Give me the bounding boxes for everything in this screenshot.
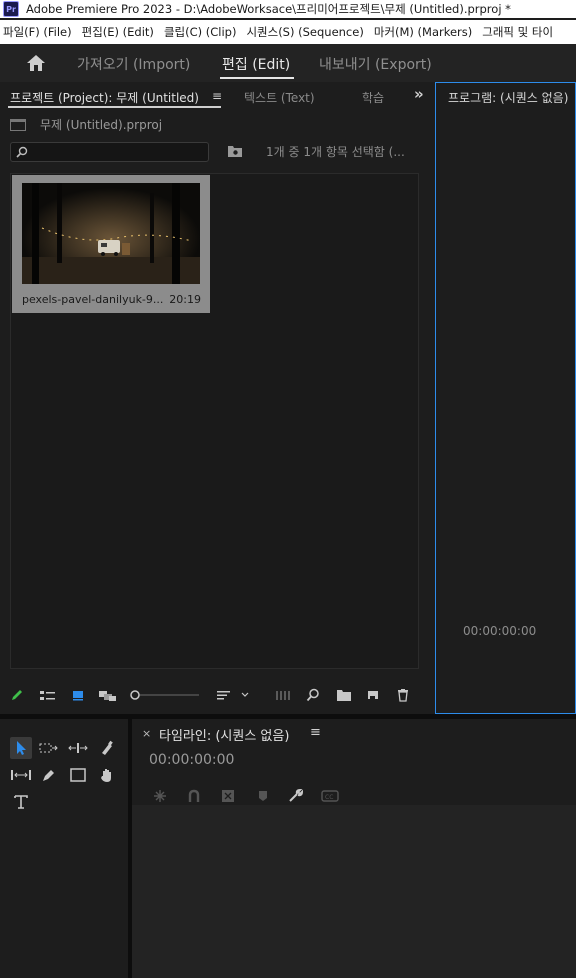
search-input[interactable] — [10, 142, 209, 162]
home-icon[interactable] — [25, 53, 47, 73]
new-search-bin-icon[interactable] — [227, 144, 243, 158]
tab-import[interactable]: 가져오기 (Import) — [77, 54, 190, 74]
workspace-bar: 가져오기 (Import) 편집 (Edit) 내보내기 (Export) — [0, 44, 576, 82]
close-icon[interactable]: × — [142, 727, 151, 740]
sort-icon[interactable] — [216, 688, 250, 702]
selection-status: 1개 중 1개 항목 선택함 (... — [266, 145, 405, 159]
rectangle-tool[interactable] — [67, 764, 89, 786]
program-monitor-title: 프로그램: (시퀀스 없음) — [448, 91, 569, 105]
clip-name: pexels-pavel-danilyuk-9... — [22, 293, 164, 306]
linked-selection-icon[interactable] — [187, 789, 201, 803]
menu-markers[interactable]: 마커(M) (Markers) — [371, 24, 479, 40]
list-view-icon[interactable] — [39, 688, 56, 702]
project-panel-tabs: 프로젝트 (Project): 무제 (Untitled) ≡ 텍스트 (Tex… — [0, 82, 430, 110]
marker-icon[interactable] — [257, 789, 269, 803]
settings-wrench-icon[interactable] — [288, 789, 304, 803]
tab-project[interactable]: 프로젝트 (Project): 무제 (Untitled) — [10, 89, 199, 106]
menu-sequence[interactable]: 시퀀스(S) (Sequence) — [243, 24, 370, 40]
menu-file[interactable]: 파일(F) (File) — [0, 24, 79, 40]
timeline-menu-icon[interactable]: ≡ — [310, 725, 321, 740]
menu-edit[interactable]: 편집(E) (Edit) — [79, 24, 161, 40]
type-icon — [14, 795, 28, 809]
automate-icon — [276, 691, 290, 700]
timeline-timecode[interactable]: 00:00:00:00 — [149, 752, 234, 768]
new-item-icon[interactable] — [366, 688, 380, 702]
razor-icon — [102, 740, 113, 755]
pen-tool[interactable] — [38, 764, 60, 786]
project-path: 무제 (Untitled).prproj — [10, 116, 162, 133]
slip-tool[interactable] — [10, 764, 32, 786]
panel-menu-icon[interactable]: ≡ — [212, 89, 222, 103]
icon-view-icon[interactable] — [72, 688, 84, 702]
slip-icon — [11, 770, 31, 780]
project-toolbar — [0, 682, 430, 708]
tab-learn[interactable]: 학습 — [362, 89, 384, 106]
ripple-edit-tool[interactable] — [67, 737, 89, 759]
window-title: Adobe Premiere Pro 2023 - D:\AdobeWorksa… — [26, 2, 511, 16]
find-icon[interactable] — [306, 688, 320, 702]
title-bar: Pr Adobe Premiere Pro 2023 - D:\AdobeWor… — [0, 0, 576, 18]
tab-text[interactable]: 텍스트 (Text) — [244, 89, 315, 106]
clip-thumbnail-image — [22, 183, 200, 284]
premiere-app-icon: Pr — [3, 1, 19, 17]
razor-tool[interactable] — [96, 737, 118, 759]
project-folder-icon — [10, 118, 26, 131]
pen-icon — [43, 770, 54, 781]
active-tab-indicator — [220, 77, 294, 79]
menu-graphics[interactable]: 그래픽 및 타이 — [479, 24, 560, 40]
zoom-slider[interactable] — [129, 688, 199, 702]
clear-icon[interactable] — [396, 688, 410, 702]
program-monitor-panel[interactable]: 프로그램: (시퀀스 없음) 00:00:00:00 — [435, 82, 576, 714]
timeline-toolbar: CC — [132, 789, 576, 805]
snap-icon[interactable] — [152, 789, 168, 803]
project-tab-indicator — [8, 106, 221, 108]
menu-bar: 파일(F) (File) 편집(E) (Edit) 클립(C) (Clip) 시… — [0, 20, 576, 44]
track-select-tool[interactable] — [38, 737, 60, 759]
media-browser-area[interactable]: pexels-pavel-danilyuk-9... 20:19 — [10, 173, 419, 669]
timeline-title[interactable]: 타임라인: (시퀀스 없음) — [159, 725, 289, 744]
freeform-view-icon[interactable] — [98, 688, 118, 702]
clip-item[interactable]: pexels-pavel-danilyuk-9... 20:19 — [12, 175, 210, 313]
tools-panel — [0, 719, 128, 978]
clip-duration: 20:19 — [169, 293, 201, 306]
clip-thumbnail — [22, 183, 200, 284]
ripple-edit-icon — [68, 743, 88, 753]
selection-tool[interactable] — [10, 737, 32, 759]
menu-clip[interactable]: 클립(C) (Clip) — [161, 24, 244, 40]
selection-tool-icon — [17, 741, 26, 755]
pencil-icon[interactable] — [10, 688, 24, 702]
timeline-track-area[interactable] — [132, 805, 576, 978]
track-select-icon — [39, 743, 58, 753]
tab-edit[interactable]: 편집 (Edit) — [222, 54, 290, 74]
search-icon — [16, 146, 28, 158]
hand-icon — [101, 769, 111, 782]
type-tool[interactable] — [10, 791, 32, 813]
svg-text:CC: CC — [325, 794, 333, 801]
project-file-name: 무제 (Untitled).prproj — [40, 118, 163, 132]
add-marker-icon[interactable] — [220, 789, 236, 803]
program-timecode[interactable]: 00:00:00:00 — [463, 624, 536, 638]
new-bin-icon[interactable] — [336, 688, 352, 702]
tab-export[interactable]: 내보내기 (Export) — [319, 54, 432, 74]
rectangle-icon — [70, 768, 86, 782]
panel-overflow-icon[interactable]: » — [414, 85, 424, 103]
captions-icon[interactable]: CC — [321, 789, 339, 803]
project-panel: 프로젝트 (Project): 무제 (Untitled) ≡ 텍스트 (Tex… — [0, 82, 430, 712]
timeline-panel: × 타임라인: (시퀀스 없음) ≡ 00:00:00:00 CC — [132, 719, 576, 978]
hand-tool[interactable] — [96, 764, 118, 786]
